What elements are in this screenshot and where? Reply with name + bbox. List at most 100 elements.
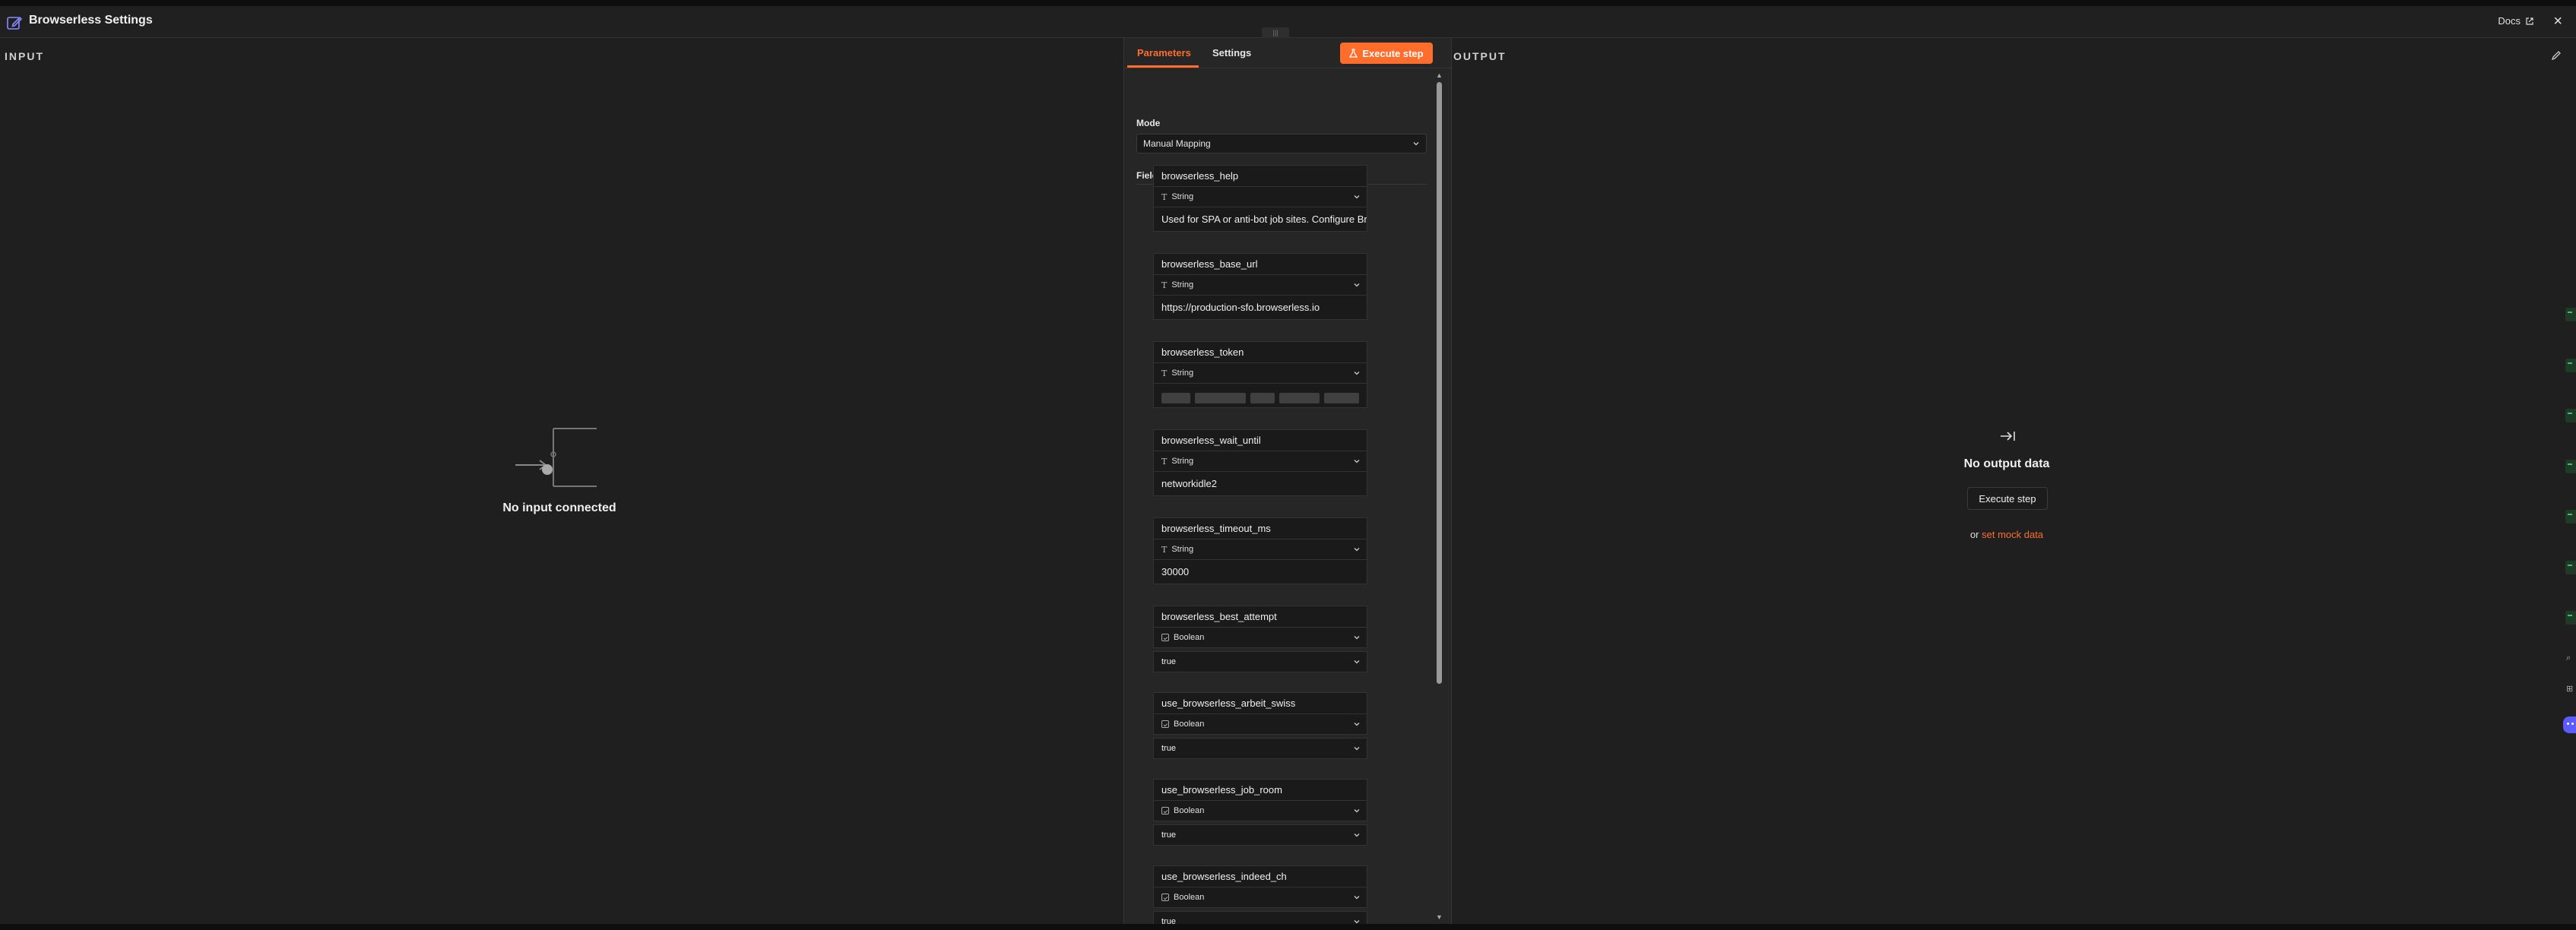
- canvas-node-icon[interactable]: [2565, 561, 2576, 574]
- canvas-node-icon[interactable]: [2565, 460, 2576, 473]
- output-execute-step-button[interactable]: Execute step: [1967, 487, 2048, 510]
- chevron-down-icon: [1354, 195, 1360, 199]
- mode-select-value: Manual Mapping: [1143, 138, 1211, 149]
- top-strip: [0, 0, 2576, 6]
- field-type-select[interactable]: T String: [1153, 362, 1367, 384]
- field-type-label: String: [1171, 457, 1194, 466]
- chevron-down-icon: [1354, 660, 1360, 664]
- canvas-node-icon[interactable]: [2565, 409, 2576, 422]
- boolean-type-icon: [1161, 807, 1169, 815]
- field-name-input[interactable]: use_browserless_indeed_ch: [1153, 865, 1367, 887]
- field-type-select[interactable]: T String: [1153, 539, 1367, 560]
- panel-drag-handle[interactable]: |||: [1262, 27, 1289, 38]
- boolean-type-icon: [1161, 894, 1169, 901]
- chevron-down-icon: [1413, 142, 1419, 146]
- field-value-input-redacted[interactable]: [1153, 384, 1367, 408]
- field-value: true: [1161, 657, 1176, 666]
- input-panel-label: INPUT: [5, 50, 44, 62]
- field-name-input[interactable]: browserless_token: [1153, 341, 1367, 362]
- mock-data-line: or set mock data: [1931, 529, 2083, 540]
- canvas-node-icon[interactable]: [2565, 611, 2576, 625]
- execute-step-label: Execute step: [1362, 47, 1424, 59]
- field-type-select[interactable]: T String: [1153, 274, 1367, 296]
- edit-node-icon: [7, 16, 23, 30]
- boolean-type-icon: [1161, 634, 1169, 641]
- field-value: true: [1161, 917, 1176, 924]
- close-button[interactable]: ×: [2553, 13, 2562, 30]
- field-type-label: Boolean: [1174, 806, 1205, 815]
- field-type-select[interactable]: T String: [1153, 186, 1367, 207]
- pencil-icon[interactable]: [2551, 50, 2562, 61]
- page-title: Browserless Settings: [29, 14, 153, 27]
- canvas-node-icon[interactable]: [2565, 510, 2576, 524]
- field-type-label: String: [1171, 545, 1194, 554]
- arrow-right-to-bar-icon: [2001, 432, 2015, 441]
- canvas-node-icon[interactable]: [2565, 308, 2576, 321]
- string-type-icon: T: [1161, 456, 1168, 467]
- panel-tabs: Parameters Settings Execute step: [1124, 38, 1453, 68]
- field-card: use_browserless_arbeit_swiss Boolean tru…: [1153, 692, 1367, 759]
- chevron-down-icon: [1354, 920, 1360, 924]
- assistant-icon[interactable]: [2563, 716, 2576, 733]
- canvas-control-icon[interactable]: ⊞: [2566, 684, 2573, 694]
- string-type-icon: T: [1161, 544, 1168, 555]
- field-value: true: [1161, 830, 1176, 840]
- chevron-down-icon: [1354, 460, 1360, 463]
- field-type-select[interactable]: Boolean: [1153, 627, 1367, 648]
- tab-parameters[interactable]: Parameters: [1137, 47, 1191, 59]
- no-input-illustration-icon: [515, 428, 597, 487]
- mode-label: Mode: [1136, 118, 1161, 128]
- field-type-select[interactable]: Boolean: [1153, 800, 1367, 821]
- active-tab-indicator: [1127, 65, 1199, 68]
- flask-icon: [1349, 49, 1358, 58]
- field-type-label: Boolean: [1174, 633, 1205, 642]
- field-value-select[interactable]: true: [1153, 651, 1367, 672]
- field-type-select[interactable]: Boolean: [1153, 713, 1367, 735]
- field-value-input[interactable]: networkidle2: [1153, 472, 1367, 496]
- field-name-input[interactable]: browserless_base_url: [1153, 253, 1367, 274]
- output-panel-label: OUTPUT: [1453, 50, 1507, 62]
- field-value-input[interactable]: 30000: [1153, 560, 1367, 584]
- field-value-input[interactable]: Used for SPA or anti-bot job sites. Conf…: [1153, 207, 1367, 232]
- field-name-input[interactable]: browserless_wait_until: [1153, 429, 1367, 451]
- field-value-select[interactable]: true: [1153, 911, 1367, 924]
- chevron-down-icon: [1354, 834, 1360, 837]
- redacted-value: [1161, 390, 1359, 403]
- chevron-down-icon: [1354, 896, 1360, 900]
- canvas-control-icon[interactable]: ⌕: [2566, 653, 2571, 663]
- string-type-icon: T: [1161, 280, 1168, 290]
- no-output-message: No output data: [1963, 457, 2050, 470]
- field-type-select[interactable]: T String: [1153, 451, 1367, 472]
- field-card: browserless_base_url T String https://pr…: [1153, 253, 1367, 320]
- string-type-icon: T: [1161, 191, 1168, 202]
- field-type-label: String: [1171, 280, 1194, 289]
- scroll-up-icon[interactable]: ▲: [1436, 71, 1443, 79]
- field-card: browserless_best_attempt Boolean true: [1153, 606, 1367, 672]
- field-name-input[interactable]: browserless_best_attempt: [1153, 606, 1367, 627]
- tab-settings[interactable]: Settings: [1212, 47, 1251, 59]
- chevron-down-icon: [1354, 723, 1360, 726]
- execute-step-button[interactable]: Execute step: [1340, 43, 1433, 64]
- string-type-icon: T: [1161, 368, 1168, 378]
- set-mock-data-link[interactable]: set mock data: [1982, 529, 2043, 540]
- field-value-select[interactable]: true: [1153, 738, 1367, 759]
- boolean-type-icon: [1161, 720, 1169, 728]
- docs-label: Docs: [2498, 15, 2521, 27]
- field-name-input[interactable]: use_browserless_arbeit_swiss: [1153, 692, 1367, 713]
- parameters-panel: Parameters Settings Execute step ▲ ▼ Mod…: [1123, 38, 1453, 924]
- field-name-input[interactable]: use_browserless_job_room: [1153, 779, 1367, 800]
- chevron-down-icon: [1354, 372, 1360, 375]
- field-value-input[interactable]: https://production-sfo.browserless.io: [1153, 296, 1367, 320]
- scrollbar-thumb[interactable]: [1437, 82, 1442, 684]
- canvas-node-icon[interactable]: [2565, 359, 2576, 372]
- field-name-input[interactable]: browserless_help: [1153, 165, 1367, 186]
- bottom-strip: [0, 924, 2576, 930]
- field-value-select[interactable]: true: [1153, 824, 1367, 846]
- scroll-down-icon[interactable]: ▼: [1436, 913, 1443, 921]
- docs-link[interactable]: Docs: [2498, 15, 2534, 27]
- chevron-down-icon: [1354, 809, 1360, 813]
- mode-select[interactable]: Manual Mapping: [1136, 134, 1427, 153]
- field-type-select[interactable]: Boolean: [1153, 887, 1367, 908]
- field-card: use_browserless_job_room Boolean true: [1153, 779, 1367, 846]
- field-name-input[interactable]: browserless_timeout_ms: [1153, 517, 1367, 539]
